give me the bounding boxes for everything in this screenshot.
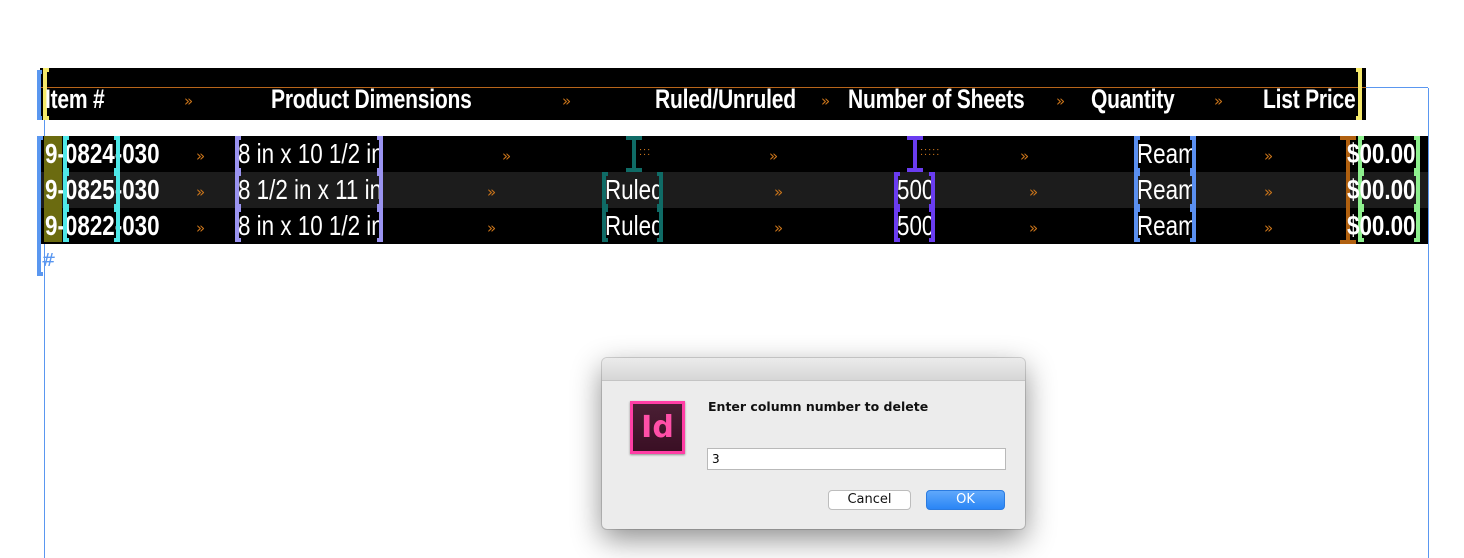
tab-marker: » (1264, 147, 1274, 165)
header-close-tag-bracket (1356, 68, 1362, 120)
sheets-empty-tag-marker (907, 136, 923, 172)
tab-marker: » (502, 147, 512, 165)
ok-button[interactable]: OK (926, 490, 1005, 510)
tab-marker: » (774, 183, 784, 201)
header-ruled-unruled[interactable]: Ruled/Unruled (655, 80, 796, 118)
ruled-tag-close (657, 172, 663, 208)
price-tag-close (1414, 172, 1420, 208)
header-list-price[interactable]: List Price (1263, 80, 1356, 118)
tab-marker: » (821, 92, 831, 110)
price-tag-close (1414, 208, 1420, 242)
sheets-tag-close (929, 172, 935, 208)
item-tag-close (114, 208, 120, 242)
item-tag-open (63, 172, 69, 208)
tab-marker: » (1029, 219, 1039, 237)
tab-marker: » (196, 219, 206, 237)
dialog-titlebar[interactable] (602, 358, 1025, 381)
tab-marker: » (1029, 183, 1039, 201)
dimensions-cell[interactable]: 8 1/2 in x 11 in (238, 172, 382, 208)
ruled-cell[interactable]: Ruled (605, 208, 664, 244)
tab-marker: » (774, 219, 784, 237)
indesign-app-icon: Id (630, 401, 685, 454)
quantity-tag-close (1190, 208, 1196, 242)
delete-column-dialog: Id Enter column number to delete Cancel … (602, 358, 1025, 529)
cancel-button[interactable]: Cancel (828, 490, 911, 510)
price-tag-close (1414, 136, 1420, 172)
dimensions-tag-close (377, 208, 383, 242)
ruled-tag-close (657, 208, 663, 242)
tab-marker: » (1056, 92, 1066, 110)
tab-marker: » (184, 92, 194, 110)
page-frame-right-guide (1428, 88, 1429, 558)
tab-marker: » (196, 147, 206, 165)
price-cell[interactable]: $00.00 (1347, 208, 1416, 244)
tab-marker: » (1264, 183, 1274, 201)
header-product-dimensions[interactable]: Product Dimensions (271, 80, 472, 118)
tab-marker: » (487, 183, 497, 201)
quantity-cell[interactable]: Ream (1137, 172, 1197, 208)
price-cell[interactable]: $00.00 (1347, 172, 1416, 208)
item-tag-close (114, 136, 120, 172)
tab-marker: » (562, 92, 572, 110)
ruled-empty-cell-dots: ::: (639, 146, 652, 158)
tab-marker: » (1020, 147, 1030, 165)
dialog-prompt: Enter column number to delete (708, 399, 929, 414)
sheets-tag-close (929, 208, 935, 242)
header-number-of-sheets[interactable]: Number of Sheets (848, 80, 1025, 118)
story-open-tag-bracket (37, 70, 42, 120)
header-item-number[interactable]: Item # (45, 80, 105, 118)
quantity-cell[interactable]: Ream (1137, 136, 1197, 172)
dimensions-cell[interactable]: 8 in x 10 1/2 in (238, 208, 384, 244)
tab-marker: » (487, 219, 497, 237)
column-number-input[interactable] (707, 448, 1006, 470)
sheets-empty-cell-dots: ::::: (920, 146, 941, 158)
quantity-cell[interactable]: Ream (1137, 208, 1197, 244)
dimensions-tag-close (377, 136, 383, 172)
ruled-cell[interactable]: Ruled (605, 172, 664, 208)
tab-marker: » (769, 147, 779, 165)
tab-marker: » (1264, 219, 1274, 237)
item-tag-open (63, 136, 69, 172)
quantity-tag-close (1190, 136, 1196, 172)
end-of-story-marker: # (41, 250, 57, 271)
tab-marker: » (1214, 92, 1224, 110)
ruled-empty-tag-marker (626, 136, 642, 172)
price-cell[interactable]: $00.00 (1347, 136, 1416, 172)
page-frame-top-guide (1366, 87, 1428, 88)
dimensions-cell[interactable]: 8 in x 10 1/2 in (238, 136, 384, 172)
item-tag-close (114, 172, 120, 208)
item-tag-open (63, 208, 69, 242)
header-quantity[interactable]: Quantity (1091, 80, 1175, 118)
dimensions-tag-close (377, 172, 383, 208)
tab-marker: » (196, 183, 206, 201)
quantity-tag-close (1190, 172, 1196, 208)
